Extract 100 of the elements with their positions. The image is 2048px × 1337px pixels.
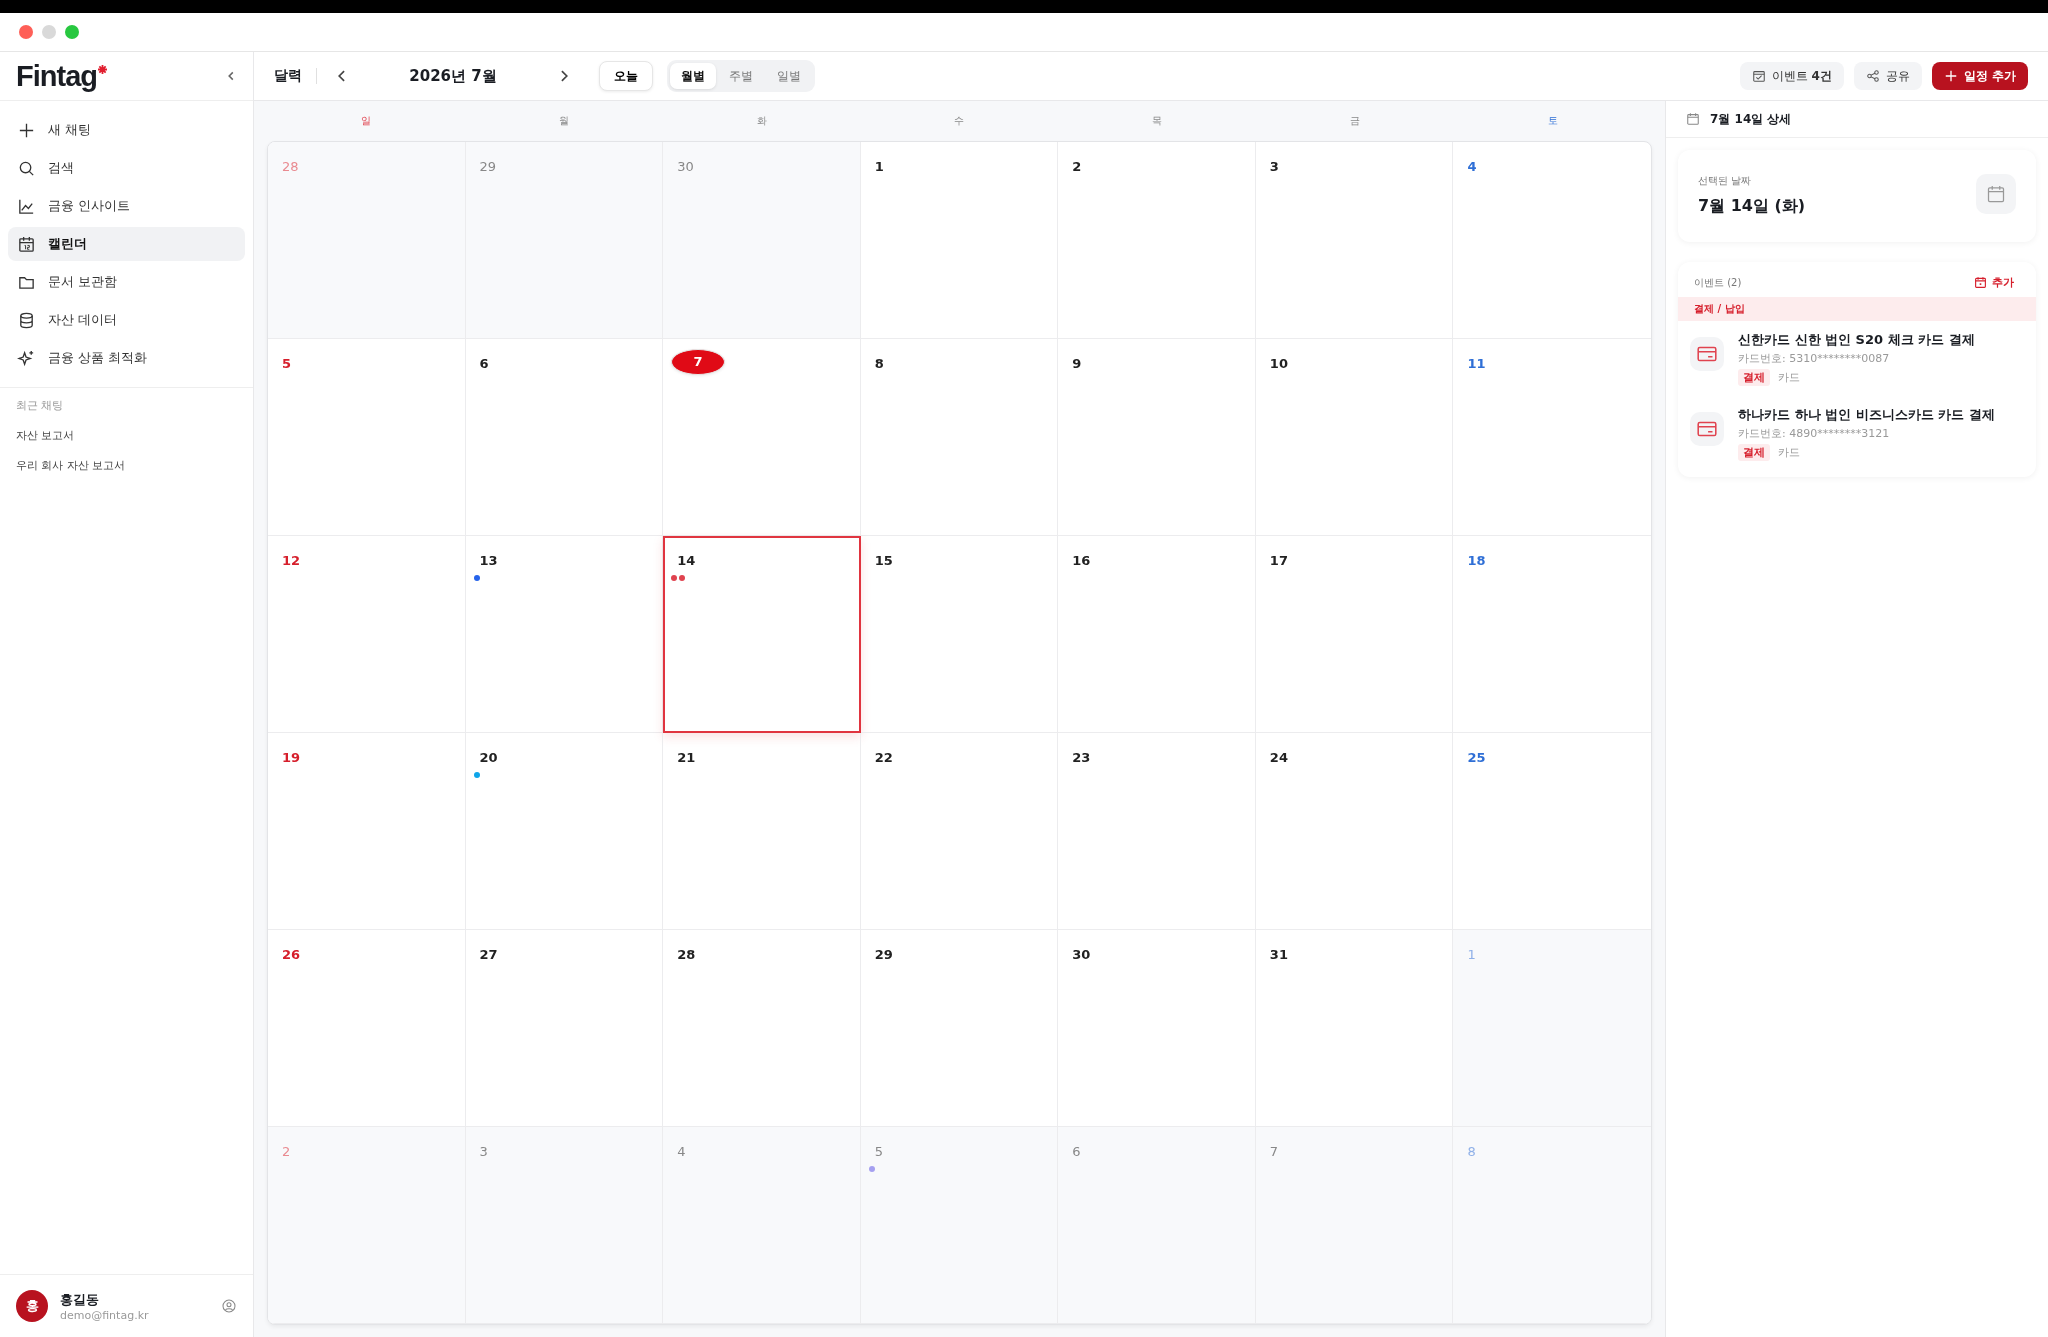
day-number: 3 (479, 1144, 488, 1159)
event-item[interactable]: 신한카드 신한 법인 S20 체크 카드 결제 카드번호: 5310********0087 결제 카드 (1678, 321, 2036, 396)
calendar-icon (1686, 112, 1700, 126)
close-window-button[interactable] (19, 25, 33, 39)
view-tab[interactable]: 주별 (718, 63, 764, 89)
sidebar-item[interactable]: 검색 (8, 151, 245, 185)
calendar-icon (17, 234, 36, 254)
day-number: 22 (874, 750, 893, 765)
view-tab[interactable]: 월별 (670, 63, 716, 89)
day-cell[interactable]: 23 (1058, 733, 1256, 930)
day-number: 13 (479, 553, 498, 568)
add-schedule-button[interactable]: 일정 추가 (1931, 62, 2028, 90)
day-number: 25 (1467, 750, 1486, 765)
today-button[interactable]: 오늘 (599, 61, 653, 91)
recent-chat-item[interactable]: 자산 보고서 (16, 428, 237, 443)
day-cell[interactable]: 4 (1453, 142, 1651, 339)
day-number: 12 (282, 553, 301, 568)
selected-date: 7월 14일 (화) (1698, 196, 1806, 217)
event-item[interactable]: 하나카드 하나 법인 비즈니스카드 카드 결제 카드번호: 4890********3121 결제 카드 (1678, 396, 2036, 471)
day-number: 20 (479, 750, 498, 765)
day-cell[interactable]: 2 (1058, 142, 1256, 339)
events-heading: 이벤트 (2) (1694, 275, 1742, 290)
day-number: 24 (1269, 750, 1288, 765)
day-number: 5 (282, 356, 292, 371)
plus-icon (1943, 69, 1958, 83)
day-number: 3 (1269, 159, 1279, 174)
day-cell[interactable]: 30 (663, 142, 861, 339)
day-cell[interactable]: 19 (268, 733, 466, 930)
day-cell[interactable]: 1 (860, 142, 1059, 339)
section-heading: 최근 채팅 (16, 398, 65, 413)
database-icon (17, 310, 36, 330)
weekday-label: 목 (1151, 114, 1164, 128)
day-number: 28 (677, 947, 696, 962)
day-cell[interactable]: 15 (860, 536, 1059, 733)
day-number: 8 (874, 356, 884, 371)
day-cell[interactable]: 18 (1453, 536, 1651, 733)
day-number: 31 (1269, 947, 1288, 962)
recent-chat-item[interactable]: 우리 회사 자산 보고서 (16, 458, 237, 473)
day-cell[interactable]: 5 (268, 339, 466, 536)
profile-icon[interactable] (221, 1298, 237, 1314)
sidebar-item[interactable]: 자산 데이터 (8, 303, 245, 337)
user-name: 홍길동 (60, 1290, 100, 1309)
day-number: 26 (282, 947, 301, 962)
day-number: 29 (874, 947, 893, 962)
day-number: 2 (1072, 159, 1082, 174)
day-number: 30 (1072, 947, 1091, 962)
day-cell[interactable]: 12 (268, 536, 466, 733)
day-number: 6 (1072, 1144, 1081, 1159)
day-cell[interactable]: 6 (465, 339, 664, 536)
day-number: 15 (874, 553, 893, 568)
calendar-check-icon (1751, 69, 1766, 83)
add-event-button[interactable]: 추가 (1968, 274, 2020, 291)
calendar-icon (1976, 174, 2016, 214)
view-tab[interactable]: 일별 (766, 63, 812, 89)
day-number: 21 (677, 750, 696, 765)
sidebar-item[interactable]: 금융 인사이트 (8, 189, 245, 223)
sidebar-item[interactable]: 문서 보관함 (8, 265, 245, 299)
day-cell[interactable]: 10 (1255, 339, 1454, 536)
day-cell[interactable]: 9 (1058, 339, 1256, 536)
event-tag: 결제 (1738, 369, 1770, 386)
weekday-label: 화 (755, 114, 768, 128)
day-number: 5 (874, 1144, 883, 1159)
day-number: 19 (282, 750, 301, 765)
day-cell[interactable]: 13 (465, 536, 664, 733)
group-heading: 결제 / 납입 (1678, 297, 2036, 321)
day-cell[interactable]: 24 (1255, 733, 1454, 930)
card-number: 카드번호: 5310********0087 (1738, 351, 1891, 366)
day-number: 6 (479, 356, 489, 371)
sidebar-item[interactable]: 캘린더 (8, 227, 245, 261)
day-cell[interactable]: 21 (663, 733, 861, 930)
day-cell[interactable]: 14 (663, 536, 861, 733)
day-cell[interactable]: 7 (663, 339, 861, 536)
zoom-window-button[interactable] (65, 25, 79, 39)
day-number: 23 (1072, 750, 1091, 765)
day-number: 4 (677, 1144, 686, 1159)
day-number: 11 (1467, 356, 1486, 371)
day-cell[interactable]: 4 (663, 1127, 861, 1324)
day-cell[interactable]: 3 (465, 1127, 664, 1324)
day-cell[interactable]: 8 (860, 339, 1059, 536)
weekday-label: 수 (953, 114, 966, 128)
day-cell[interactable]: 22 (860, 733, 1059, 930)
day-cell[interactable]: 16 (1058, 536, 1256, 733)
day-number: 1 (1467, 947, 1476, 962)
credit-card-icon (1690, 412, 1724, 446)
day-number: 7 (671, 349, 726, 375)
weekday-label: 토 (1547, 114, 1560, 128)
event-count-button[interactable]: 이벤트 4건 (1739, 62, 1844, 90)
day-cell[interactable]: 20 (465, 733, 664, 930)
avatar[interactable]: 홍 (16, 1290, 48, 1322)
share-button[interactable]: 공유 (1853, 62, 1922, 90)
day-number: 30 (677, 159, 694, 174)
logo: Fintag (16, 59, 97, 93)
user-email: demo@fintag.kr (60, 1308, 149, 1322)
sidebar-item[interactable]: 금융 상품 최적화 (8, 341, 245, 375)
day-number: 18 (1467, 553, 1486, 568)
day-cell[interactable]: 3 (1255, 142, 1454, 339)
weekday-label: 일 (359, 114, 372, 128)
day-cell[interactable]: 11 (1453, 339, 1651, 536)
sidebar-item[interactable]: 새 채팅 (8, 113, 245, 147)
day-cell[interactable]: 17 (1255, 536, 1454, 733)
